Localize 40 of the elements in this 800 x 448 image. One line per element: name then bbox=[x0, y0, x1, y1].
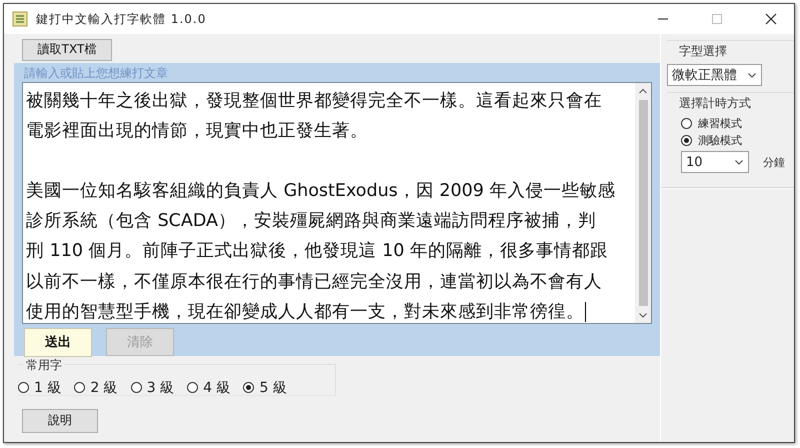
text-line: 使用的智慧型手機，現在卻變成人人都有一支，對未來感到非常徬徨。 bbox=[26, 300, 586, 322]
radio-button[interactable] bbox=[681, 135, 692, 146]
text-line: 刑 110 個月。前陣子正式出獄後，他發現這 10 年的隔離，很多事情都跟 bbox=[26, 240, 608, 264]
load-file-button[interactable]: 讀取TXT檔 bbox=[22, 38, 112, 60]
unit-label: 分鐘 bbox=[763, 154, 785, 170]
group-label: 請輸入或貼上您想練打文章 bbox=[24, 64, 169, 78]
text-area[interactable] bbox=[22, 82, 652, 324]
radio-button[interactable] bbox=[130, 382, 142, 393]
radio-label[interactable]: 5 級 bbox=[259, 378, 287, 396]
group-label: 常用字 bbox=[24, 356, 64, 374]
window-title: 鍵打中文輸入打字軟體 1.0.0 bbox=[36, 10, 208, 28]
radio-button[interactable] bbox=[187, 382, 198, 393]
radio-label[interactable]: 練習模式 bbox=[698, 116, 742, 131]
close-icon[interactable] bbox=[765, 13, 777, 25]
text-line: 以前不一樣，不僅原本很在行的事情已經完全沒用，連當初以為不會有人 bbox=[26, 270, 602, 294]
radio-label[interactable]: 4 級 bbox=[203, 378, 230, 396]
font-dropdown[interactable]: 微軟正黑體 bbox=[667, 64, 762, 86]
text-line: 電影裡面出現的情節，現實中也正發生著。 bbox=[26, 120, 368, 143]
radio-label[interactable]: 測驗模式 bbox=[698, 133, 742, 148]
radio-label[interactable]: 2 級 bbox=[90, 378, 118, 396]
chevron-down-icon bbox=[747, 70, 757, 80]
radio-button[interactable] bbox=[18, 382, 29, 393]
text-cursor bbox=[585, 302, 586, 322]
help-button[interactable]: 說明 bbox=[22, 408, 98, 432]
group-label: 字型選擇 bbox=[679, 43, 728, 60]
scrollbar[interactable] bbox=[635, 82, 651, 322]
radio-button[interactable] bbox=[681, 118, 692, 129]
app-icon bbox=[12, 11, 28, 27]
radio-button[interactable] bbox=[243, 382, 254, 393]
radio-button[interactable] bbox=[74, 382, 86, 393]
text-line: 被關幾十年之後出獄，發現整個世界都變得完全不一樣。這看起來只會在 bbox=[26, 90, 602, 112]
radio-label[interactable]: 3 級 bbox=[146, 378, 174, 396]
scrollbar-thumb[interactable] bbox=[638, 100, 648, 306]
text-line: 美國一位知名駭客組織的負責人 GhostExodus，因 2009 年入侵一些敏感 bbox=[26, 180, 616, 204]
submit-button[interactable]: 送出 bbox=[24, 328, 92, 356]
chevron-down-icon bbox=[734, 157, 744, 167]
minutes-dropdown[interactable]: 10 bbox=[681, 151, 749, 173]
radio-label[interactable]: 1 級 bbox=[34, 378, 62, 396]
group-label: 選擇計時方式 bbox=[679, 95, 752, 112]
text-line: 診所系統（包含 SCADA），安裝殭屍網路與商業遠端訪問程序被捕，判 bbox=[26, 210, 596, 234]
